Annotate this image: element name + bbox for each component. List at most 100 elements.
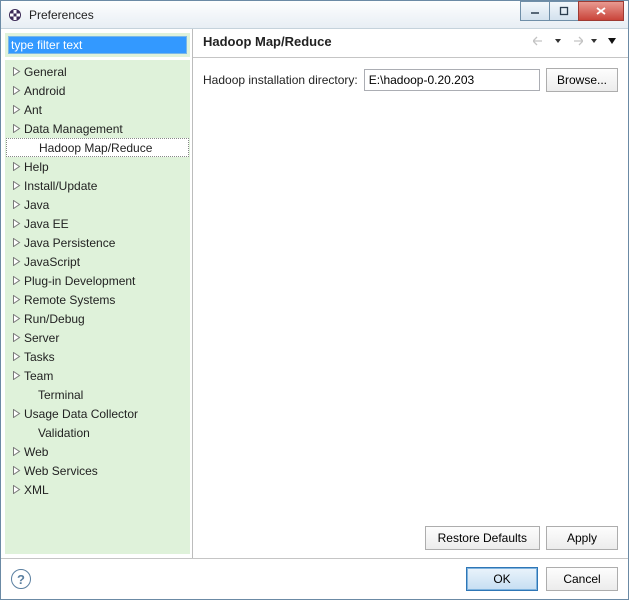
tree-item[interactable]: XML [6, 480, 189, 499]
tree-item-label: Terminal [38, 388, 83, 402]
tree-item-label: Remote Systems [24, 293, 115, 307]
tree-item-label: XML [24, 483, 49, 497]
back-dropdown-icon[interactable] [550, 33, 566, 49]
nav-icons [532, 33, 620, 49]
tree-item[interactable]: Run/Debug [6, 309, 189, 328]
preferences-tree[interactable]: General Android Ant Data Management Hadoop M… [5, 60, 190, 554]
tree-item[interactable]: Plug-in Development [6, 271, 189, 290]
tree-item[interactable]: Validation [6, 423, 189, 442]
body: General Android Ant Data Management Hadoop M… [1, 29, 628, 558]
tree-item[interactable]: Ant [6, 100, 189, 119]
tree-item-label: Data Management [24, 122, 123, 136]
minimize-button[interactable] [520, 1, 550, 21]
cancel-button[interactable]: Cancel [546, 567, 618, 591]
install-dir-label: Hadoop installation directory: [203, 73, 358, 87]
back-icon[interactable] [532, 33, 548, 49]
apply-button[interactable]: Apply [546, 526, 618, 550]
expand-icon[interactable] [10, 370, 22, 382]
tree-item-label: JavaScript [24, 255, 80, 269]
tree-item[interactable]: Team [6, 366, 189, 385]
tree-item[interactable]: Java Persistence [6, 233, 189, 252]
tree-item[interactable]: Remote Systems [6, 290, 189, 309]
expand-icon[interactable] [10, 199, 22, 211]
expand-icon [25, 142, 37, 154]
expand-icon[interactable] [10, 275, 22, 287]
expand-icon[interactable] [10, 294, 22, 306]
expand-icon[interactable] [10, 465, 22, 477]
tree-item[interactable]: Usage Data Collector [6, 404, 189, 423]
tree-item-label: Web [24, 445, 48, 459]
expand-icon[interactable] [10, 180, 22, 192]
tree-item[interactable]: Java [6, 195, 189, 214]
expand-icon[interactable] [10, 66, 22, 78]
expand-icon[interactable] [10, 484, 22, 496]
tree-item-label: Team [24, 369, 53, 383]
page-header: Hadoop Map/Reduce [193, 29, 628, 58]
tree-item[interactable]: Hadoop Map/Reduce [6, 138, 189, 157]
expand-icon[interactable] [10, 85, 22, 97]
expand-icon[interactable] [10, 313, 22, 325]
expand-icon[interactable] [10, 446, 22, 458]
tree-item[interactable]: Java EE [6, 214, 189, 233]
restore-defaults-button[interactable]: Restore Defaults [425, 526, 540, 550]
close-button[interactable] [578, 1, 624, 21]
tree-item[interactable]: Server [6, 328, 189, 347]
expand-icon[interactable] [10, 161, 22, 173]
tree-item-label: Run/Debug [24, 312, 85, 326]
footer: ? OK Cancel [1, 558, 628, 599]
install-dir-input[interactable] [364, 69, 540, 91]
tree-item-label: Install/Update [24, 179, 97, 193]
maximize-button[interactable] [549, 1, 579, 21]
title-bar: Preferences [1, 1, 628, 29]
expand-icon[interactable] [10, 332, 22, 344]
expand-icon[interactable] [10, 123, 22, 135]
expand-icon[interactable] [10, 218, 22, 230]
expand-icon [24, 389, 36, 401]
tree-item[interactable]: Help [6, 157, 189, 176]
tree-item-label: Android [24, 84, 65, 98]
tree-item-label: Usage Data Collector [24, 407, 138, 421]
page-content: Hadoop installation directory: Browse...… [193, 58, 628, 558]
expand-icon[interactable] [10, 104, 22, 116]
tree-item-label: General [24, 65, 67, 79]
tree-item-label: Server [24, 331, 59, 345]
tree-item[interactable]: Web [6, 442, 189, 461]
tree-item-label: Plug-in Development [24, 274, 135, 288]
tree-item[interactable]: Install/Update [6, 176, 189, 195]
left-pane: General Android Ant Data Management Hadoop M… [1, 29, 193, 558]
page-title: Hadoop Map/Reduce [203, 34, 532, 49]
right-pane: Hadoop Map/Reduce [193, 29, 628, 558]
tree-item-label: Java [24, 198, 49, 212]
forward-dropdown-icon[interactable] [586, 33, 602, 49]
tree-item[interactable]: JavaScript [6, 252, 189, 271]
view-menu-icon[interactable] [604, 33, 620, 49]
expand-icon [24, 427, 36, 439]
tree-item-label: Help [24, 160, 49, 174]
expand-icon[interactable] [10, 351, 22, 363]
content-spacer [203, 92, 618, 520]
browse-button[interactable]: Browse... [546, 68, 618, 92]
tree-item[interactable]: Terminal [6, 385, 189, 404]
tree-item-label: Java Persistence [24, 236, 115, 250]
expand-icon[interactable] [10, 237, 22, 249]
ok-button[interactable]: OK [466, 567, 538, 591]
tree-item[interactable]: Web Services [6, 461, 189, 480]
expand-icon[interactable] [10, 408, 22, 420]
preferences-window: Preferences General Android Ant Data Manage… [0, 0, 629, 600]
tree-item[interactable]: Tasks [6, 347, 189, 366]
filter-wrap [5, 33, 190, 57]
window-title: Preferences [29, 8, 521, 22]
tree-item-label: Validation [38, 426, 90, 440]
help-icon[interactable]: ? [11, 569, 31, 589]
forward-icon[interactable] [568, 33, 584, 49]
tree-item-label: Ant [24, 103, 42, 117]
restore-apply-row: Restore Defaults Apply [203, 520, 618, 554]
tree-item-label: Java EE [24, 217, 69, 231]
window-controls [521, 5, 624, 25]
tree-item-label: Tasks [24, 350, 55, 364]
expand-icon[interactable] [10, 256, 22, 268]
tree-item[interactable]: Android [6, 81, 189, 100]
tree-item[interactable]: General [6, 62, 189, 81]
filter-input[interactable] [8, 36, 187, 54]
tree-item[interactable]: Data Management [6, 119, 189, 138]
